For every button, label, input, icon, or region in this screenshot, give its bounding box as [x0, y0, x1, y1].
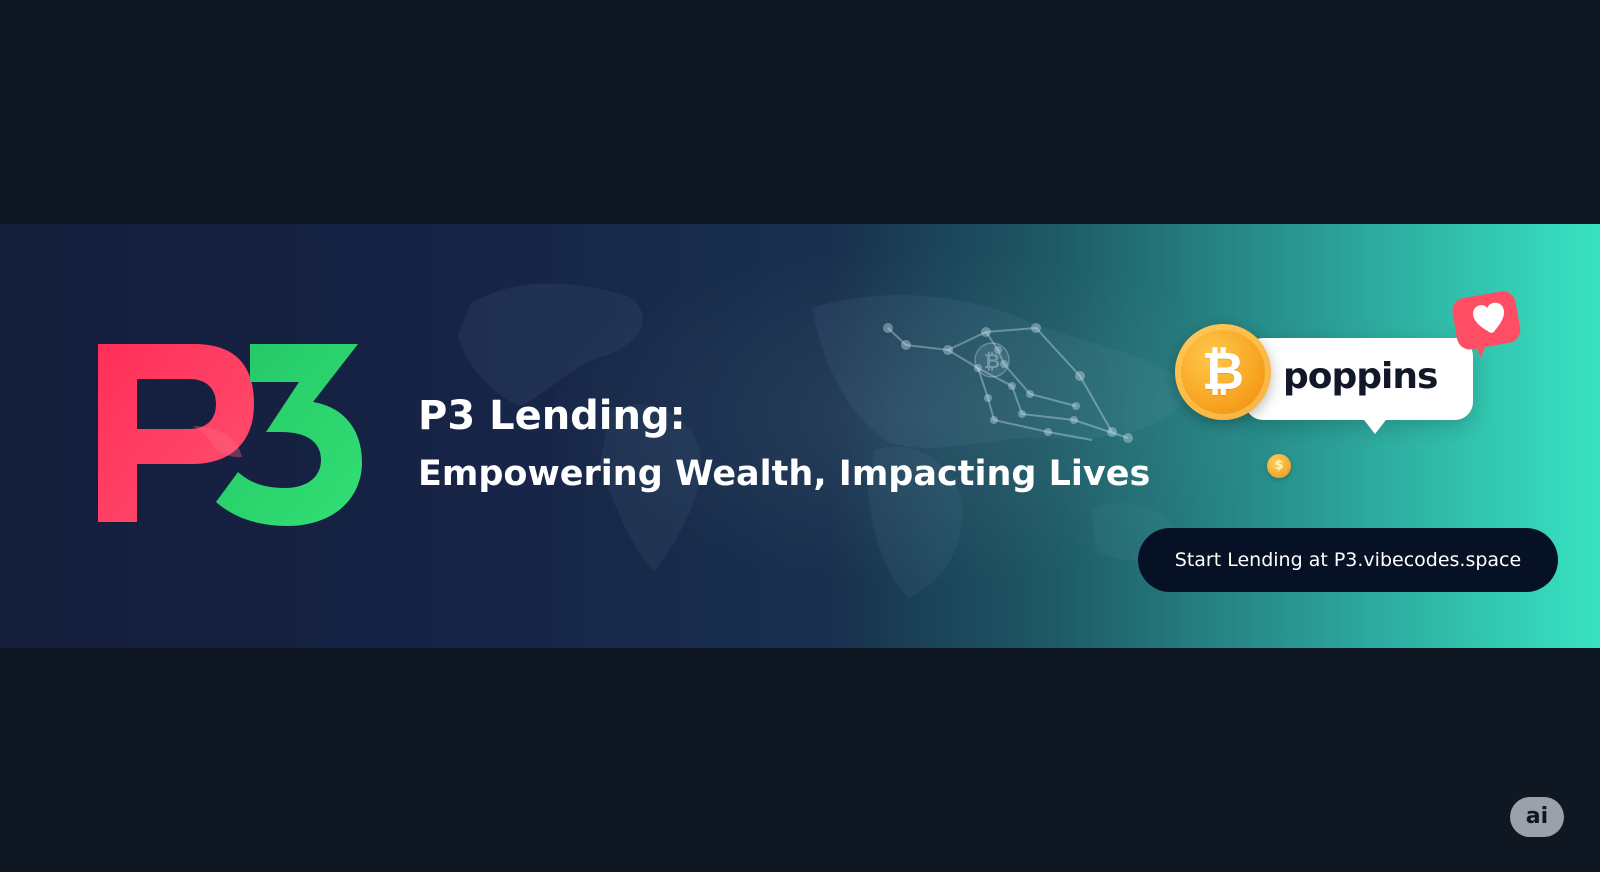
svg-text:₿: ₿ — [984, 349, 1000, 373]
page-title: P3 Lending: — [418, 393, 686, 439]
headline-group: P3 Lending: Empowering Wealth, Impacting… — [418, 392, 1151, 496]
brand-name: poppins — [1283, 356, 1438, 397]
small-coin-symbol: $ — [1274, 458, 1284, 473]
bitcoin-coin-icon: ₿ — [1175, 324, 1271, 420]
tagline: Empowering Wealth, Impacting Lives — [418, 454, 1151, 494]
heart-icon — [1452, 291, 1521, 358]
p3-logo-icon — [98, 344, 362, 526]
page: ₿ P3 Lending: Empowering Wealth, Impacti… — [0, 0, 1600, 872]
speech-bubble-tail — [1361, 416, 1389, 434]
ai-badge: ai — [1510, 797, 1564, 837]
bitcoin-symbol: ₿ — [1201, 342, 1245, 402]
start-lending-button[interactable]: Start Lending at P3.vibecodes.space — [1138, 528, 1558, 592]
small-coin-icon: $ — [1267, 454, 1291, 478]
poppins-brand-card: poppins ₿ $ — [1175, 291, 1553, 498]
